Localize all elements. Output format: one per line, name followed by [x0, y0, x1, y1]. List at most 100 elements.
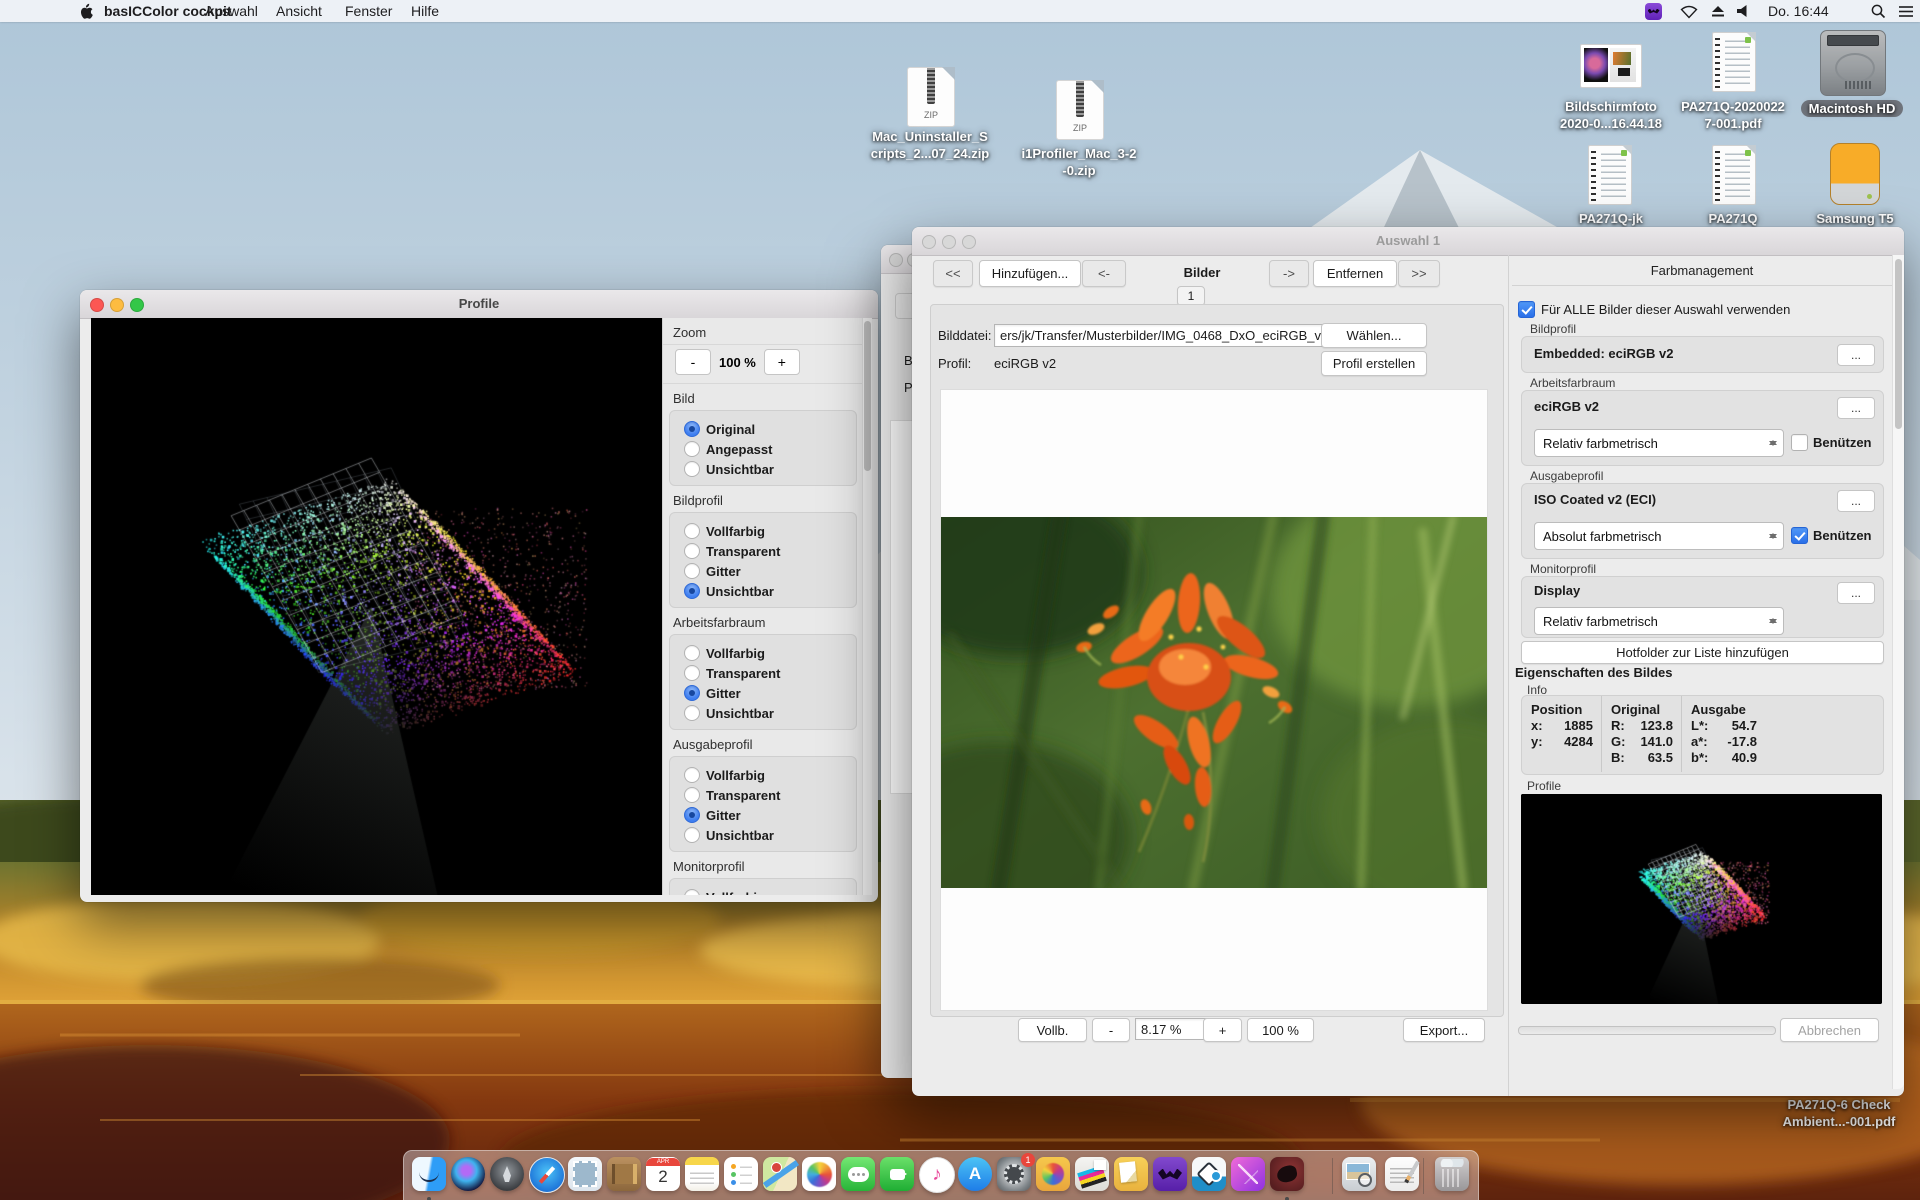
- dock-trash[interactable]: [1435, 1157, 1469, 1191]
- ausgabeprofil-benutzen-checkbox[interactable]: [1791, 527, 1808, 544]
- radio-dot[interactable]: [684, 563, 700, 579]
- apply-all-checkbox[interactable]: [1518, 301, 1535, 318]
- image-tab-1[interactable]: 1: [1177, 286, 1205, 306]
- dock-textedit[interactable]: [1385, 1157, 1419, 1191]
- next-image-button[interactable]: ->: [1269, 260, 1309, 287]
- arbeitsfarbraum-more-button[interactable]: ...: [1837, 397, 1875, 419]
- radio-original[interactable]: Original: [670, 419, 856, 439]
- bilddatei-field[interactable]: ers/jk/Transfer/Musterbilder/IMG_0468_Dx…: [994, 324, 1326, 347]
- close-button[interactable]: [889, 253, 903, 267]
- eject-icon[interactable]: [1710, 4, 1726, 18]
- radio-dot[interactable]: [684, 889, 700, 895]
- radio-gitter[interactable]: Gitter: [670, 805, 856, 825]
- ausgabeprofil-intent-dropdown[interactable]: Absolut farbmetrisch: [1534, 522, 1784, 550]
- monitorprofil-more-button[interactable]: ...: [1837, 582, 1875, 604]
- radio-unsichtbar[interactable]: Unsichtbar: [670, 703, 856, 723]
- export-button[interactable]: Export...: [1403, 1018, 1485, 1042]
- radio-unsichtbar[interactable]: Unsichtbar: [670, 459, 856, 479]
- add-image-button[interactable]: Hinzufügen...: [979, 260, 1081, 287]
- menu-clock[interactable]: Do. 16:44: [1768, 0, 1829, 22]
- bildprofil-more-button[interactable]: ...: [1837, 344, 1875, 366]
- zoom-in-button[interactable]: +: [764, 349, 800, 375]
- radio-dot[interactable]: [684, 543, 700, 559]
- viewer-zoom-field[interactable]: 8.17 %: [1135, 1018, 1209, 1040]
- zoom-out-button[interactable]: -: [675, 349, 711, 375]
- apple-menu-icon[interactable]: [78, 3, 94, 20]
- choose-file-button[interactable]: Wählen...: [1321, 323, 1427, 348]
- gamut-3d-view[interactable]: [91, 318, 662, 895]
- menu-fenster[interactable]: Fenster: [345, 0, 392, 22]
- hotfolder-button[interactable]: Hotfolder zur Liste hinzufügen: [1521, 641, 1884, 664]
- radio-dot[interactable]: [684, 461, 700, 477]
- radio-transparent[interactable]: Transparent: [670, 785, 856, 805]
- radio-transparent[interactable]: Transparent: [670, 541, 856, 561]
- scrollbar-thumb[interactable]: [864, 321, 871, 471]
- dock-app-store[interactable]: A: [958, 1157, 992, 1191]
- fullscreen-button[interactable]: Vollb.: [1018, 1018, 1087, 1042]
- basiccolor-status-icon[interactable]: [1645, 3, 1662, 20]
- dock-print-profiles-app[interactable]: [1075, 1157, 1109, 1191]
- dock-raw-converter-app[interactable]: [1270, 1157, 1304, 1191]
- dock-siri[interactable]: [451, 1157, 485, 1191]
- remove-image-button[interactable]: Entfernen: [1313, 260, 1397, 287]
- radio-dot[interactable]: [684, 827, 700, 843]
- radio-angepasst[interactable]: Angepasst: [670, 439, 856, 459]
- menu-hilfe[interactable]: Hilfe: [411, 0, 439, 22]
- wifi-icon[interactable]: [1680, 4, 1698, 19]
- radio-dot[interactable]: [684, 685, 700, 701]
- radio-dot[interactable]: [684, 807, 700, 823]
- dock-calendar[interactable]: APR 2: [646, 1157, 680, 1191]
- arbeitsfarbraum-benutzen-checkbox[interactable]: [1791, 434, 1808, 451]
- dock-safari[interactable]: [529, 1157, 565, 1193]
- dock-yellow-folder-app[interactable]: [1114, 1157, 1148, 1191]
- radio-vollfarbig[interactable]: Vollfarbig: [670, 887, 856, 895]
- dock-messages[interactable]: [841, 1157, 875, 1191]
- dock-affinity-photo[interactable]: [1231, 1157, 1265, 1191]
- dock-maps[interactable]: [763, 1157, 797, 1191]
- radio-dot[interactable]: [684, 583, 700, 599]
- radio-gitter[interactable]: Gitter: [670, 561, 856, 581]
- radio-unsichtbar[interactable]: Unsichtbar: [670, 825, 856, 845]
- notification-center-icon[interactable]: [1898, 5, 1914, 18]
- radio-transparent[interactable]: Transparent: [670, 663, 856, 683]
- prev-image-button[interactable]: <-: [1082, 260, 1126, 287]
- dock-system-preferences[interactable]: 1: [997, 1157, 1031, 1191]
- volume-icon[interactable]: [1736, 4, 1750, 18]
- radio-dot[interactable]: [684, 441, 700, 457]
- dock-image-preview-app[interactable]: [1342, 1157, 1376, 1191]
- cancel-button[interactable]: Abbrechen: [1780, 1018, 1879, 1042]
- monitorprofil-intent-dropdown[interactable]: Relativ farbmetrisch: [1534, 607, 1784, 635]
- viewer-zoom-100-button[interactable]: 100 %: [1247, 1018, 1314, 1042]
- desktop-icon-pdf-pa271q-6-label[interactable]: PA271Q-6 Check Ambient...-001.pdf: [1758, 1096, 1920, 1130]
- dock-color-pinwheel-app[interactable]: [1036, 1157, 1070, 1191]
- radio-dot[interactable]: [684, 787, 700, 803]
- radio-dot[interactable]: [684, 665, 700, 681]
- radio-dot[interactable]: [684, 645, 700, 661]
- create-profile-button[interactable]: Profil erstellen: [1321, 351, 1427, 376]
- window-scrollbar[interactable]: [1892, 255, 1904, 1089]
- radio-vollfarbig[interactable]: Vollfarbig: [670, 643, 856, 663]
- close-button[interactable]: [922, 235, 936, 249]
- profile-titlebar[interactable]: Profile: [80, 290, 878, 319]
- spotlight-search-icon[interactable]: [1871, 4, 1886, 19]
- radio-dot[interactable]: [684, 767, 700, 783]
- dock-itunes[interactable]: ♪: [919, 1157, 955, 1193]
- radio-vollfarbig[interactable]: Vollfarbig: [670, 765, 856, 785]
- panel-scrollbar[interactable]: [862, 318, 872, 895]
- radio-dot[interactable]: [684, 705, 700, 721]
- close-button[interactable]: [90, 298, 104, 312]
- dock-reminders[interactable]: [724, 1157, 758, 1191]
- radio-dot[interactable]: [684, 523, 700, 539]
- arbeitsfarbraum-intent-dropdown[interactable]: Relativ farbmetrisch: [1534, 429, 1784, 457]
- minimize-button[interactable]: [942, 235, 956, 249]
- dock-basiccolor-cockpit[interactable]: [1153, 1157, 1187, 1191]
- radio-unsichtbar[interactable]: Unsichtbar: [670, 581, 856, 601]
- dock-facetime[interactable]: [880, 1157, 914, 1191]
- dock-launchpad[interactable]: [490, 1157, 524, 1191]
- dock-notes[interactable]: [685, 1157, 719, 1191]
- dock-photos[interactable]: [802, 1157, 836, 1191]
- menu-ansicht[interactable]: Ansicht: [276, 0, 322, 22]
- last-image-button[interactable]: >>: [1398, 260, 1440, 287]
- scrollbar-thumb[interactable]: [1895, 259, 1902, 429]
- dock-contacts[interactable]: [607, 1157, 641, 1191]
